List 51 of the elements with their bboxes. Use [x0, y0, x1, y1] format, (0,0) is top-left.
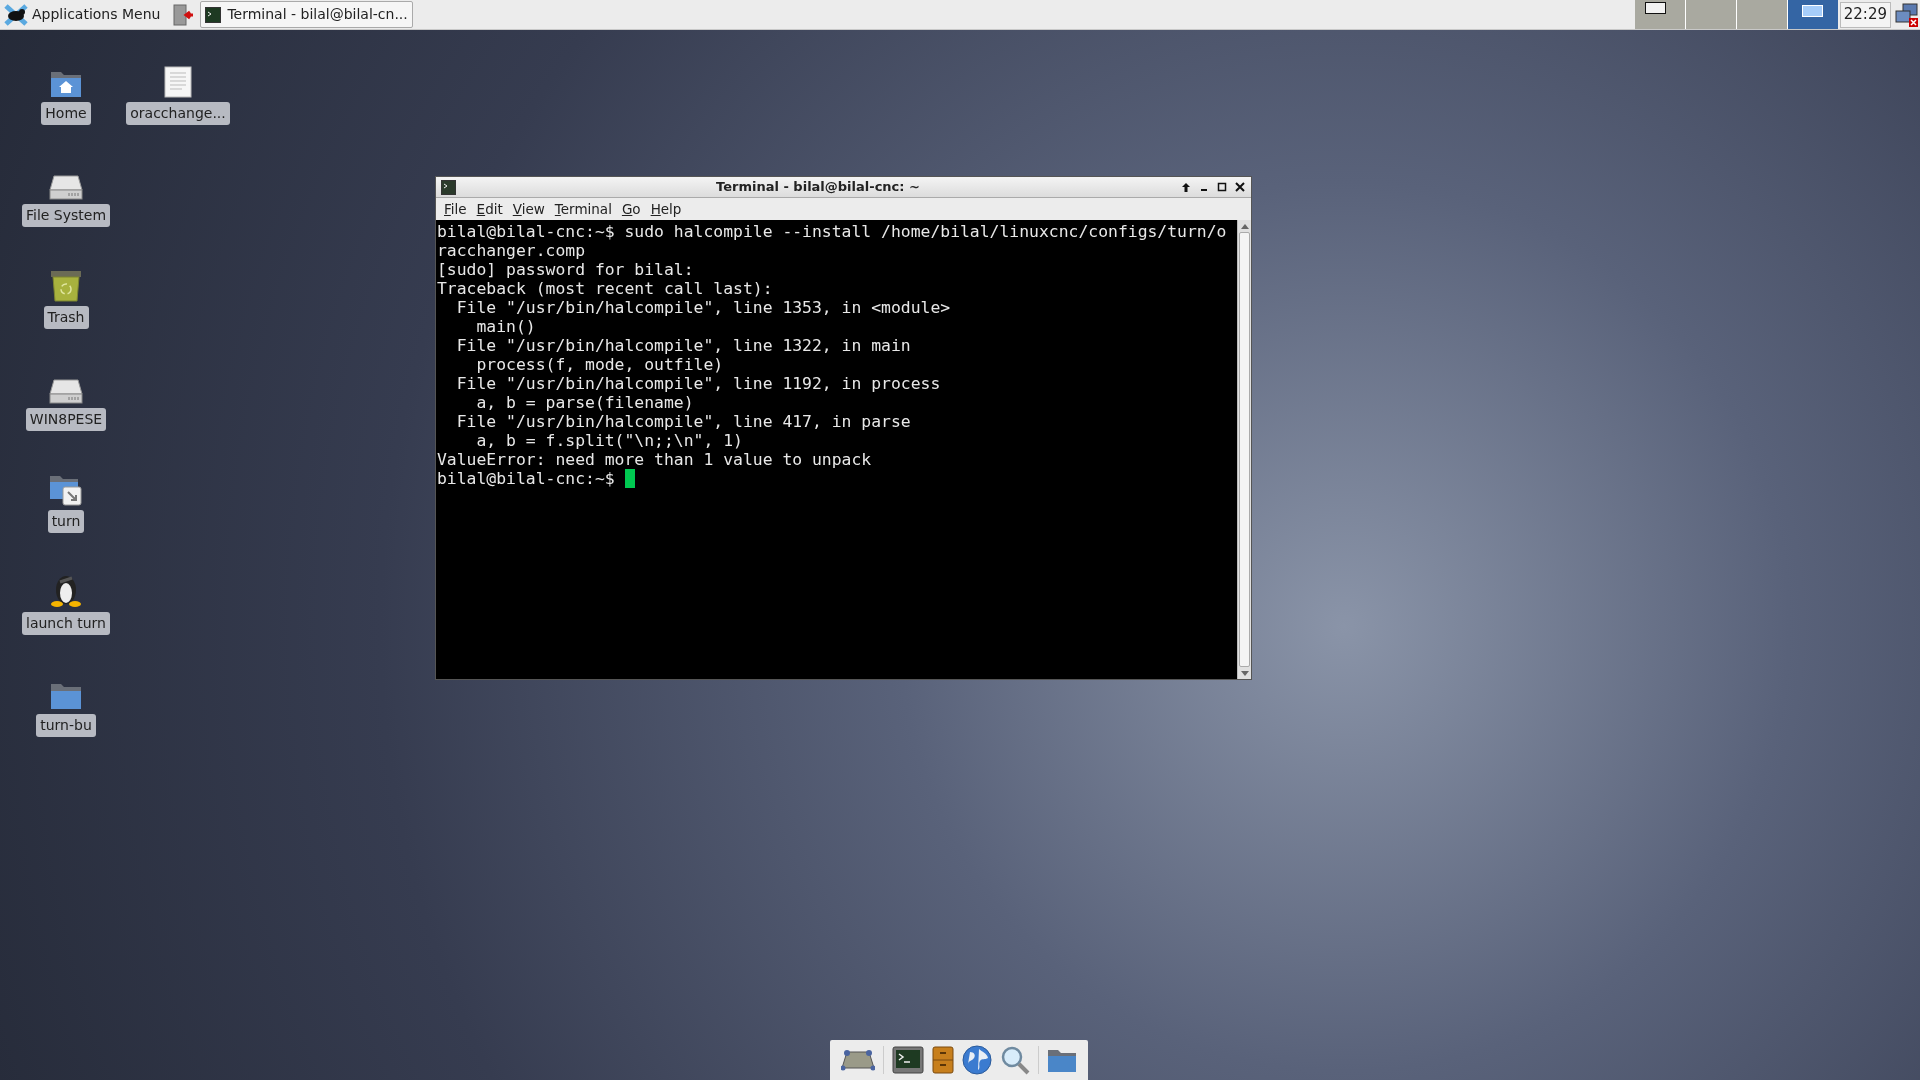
- terminal-line: main(): [475, 317, 537, 336]
- terminal-line: Traceback (most recent call last):: [437, 279, 774, 298]
- search-icon[interactable]: [1000, 1045, 1030, 1075]
- folder-icon[interactable]: [1047, 1047, 1077, 1073]
- menu-item[interactable]: Go: [617, 198, 645, 220]
- terminal-line: ValueError: need more than 1 value to unpack: [437, 450, 873, 469]
- applications-menu[interactable]: Applications Menu: [0, 0, 165, 30]
- window-title: Terminal - bilal@bilal-cnc: ~: [715, 178, 921, 197]
- mouse-logo-icon: [4, 3, 28, 26]
- maximize-icon[interactable]: [1216, 181, 1228, 193]
- workspace-button[interactable]: [1634, 0, 1685, 29]
- icon-label[interactable]: turn-bu: [36, 714, 96, 737]
- menu-item[interactable]: Terminal: [550, 198, 616, 220]
- globe-icon[interactable]: [962, 1045, 992, 1075]
- terminal-line: File "/usr/bin/halcompile", line 1322, in main: [455, 336, 912, 355]
- terminal-icon: [441, 179, 456, 195]
- close-icon[interactable]: [1234, 181, 1246, 193]
- terminal-line: [sudo] password for bilal:: [437, 260, 695, 279]
- icon-label[interactable]: Trash: [43, 306, 89, 329]
- desktop-icon[interactable]: [841, 1049, 875, 1071]
- terminal-prompt: bilal@bilal-cnc:~$: [437, 469, 616, 488]
- scroll-down-icon[interactable]: [1240, 670, 1249, 676]
- menu-item[interactable]: Help: [646, 198, 686, 220]
- icon-label[interactable]: File System: [21, 204, 111, 227]
- icon-label[interactable]: oracchange...: [126, 102, 230, 125]
- terminal-line: bilal@bilal-cnc:~$ sudo halcompile --install /home/bilal/linuxcnc/configs/turn/o: [437, 222, 1228, 241]
- menu-item[interactable]: View: [508, 198, 549, 220]
- terminal-line: a, b = f.split("\n;;\n", 1): [475, 431, 744, 450]
- terminal-icon: [205, 6, 222, 23]
- file-cabinet-icon[interactable]: [932, 1046, 954, 1074]
- terminal-line: File "/usr/bin/halcompile", line 417, in parse: [455, 412, 912, 431]
- terminal-line: File "/usr/bin/halcompile", line 1192, in process: [455, 374, 942, 393]
- shade-icon[interactable]: [1180, 181, 1192, 193]
- icon-label[interactable]: WIN8PESE: [25, 408, 107, 431]
- taskbar-button[interactable]: Terminal - bilal@bilal-cn...: [200, 1, 413, 28]
- text-cursor: [624, 469, 635, 488]
- scrollbar[interactable]: [1237, 220, 1251, 679]
- icon-label[interactable]: Home: [41, 102, 91, 125]
- logout-icon[interactable]: [172, 3, 195, 26]
- icon-label[interactable]: turn: [47, 510, 85, 533]
- clock: 22:29: [1839, 1, 1891, 28]
- terminal-icon[interactable]: [892, 1046, 924, 1074]
- menu-item[interactable]: File: [440, 198, 471, 220]
- network-icon[interactable]: [1895, 2, 1919, 27]
- terminal-line: racchanger.comp: [437, 241, 587, 260]
- terminal-line: File "/usr/bin/halcompile", line 1353, in <module>: [455, 298, 952, 317]
- menu-item[interactable]: Edit: [472, 198, 507, 220]
- scroll-up-icon[interactable]: [1240, 223, 1249, 229]
- terminal-line: a, b = parse(filename): [475, 393, 695, 412]
- terminal-line: process(f, mode, outfile): [475, 355, 725, 374]
- icon-label[interactable]: launch turn: [22, 612, 110, 635]
